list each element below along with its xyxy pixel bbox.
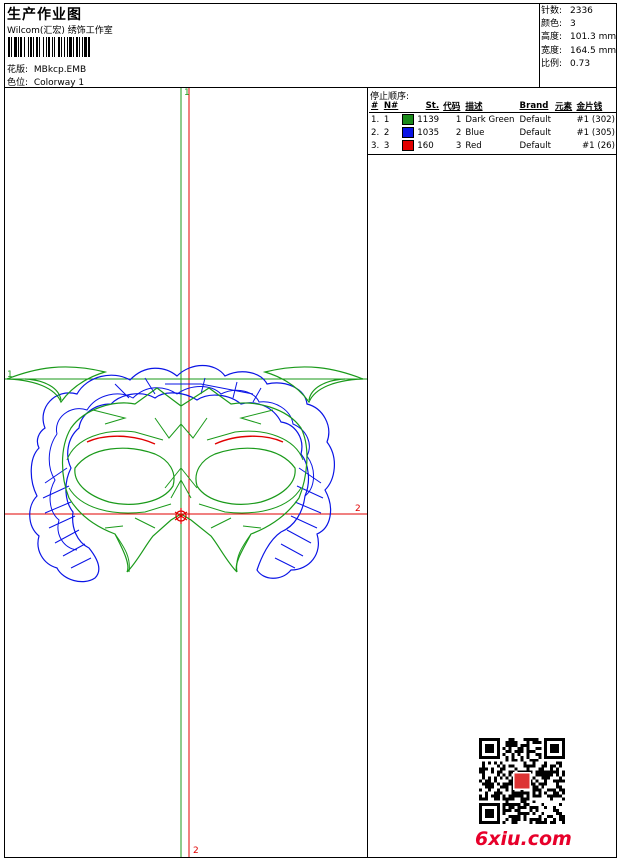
cell-n: 1 (383, 114, 390, 125)
cell-code: 2 (455, 127, 462, 138)
stitch-count: 1139 (417, 115, 440, 125)
qr-code[interactable] (479, 738, 565, 824)
barcode (8, 37, 90, 57)
col-code: 代码 (441, 100, 464, 113)
stop-sequence-panel: 停止顺序: # N# St. 代码 描述 Brand 元素 金片钱 1. 1 113… (368, 88, 617, 152)
color-swatch (402, 127, 415, 138)
design-file-row: 花版: MBkcp.EMB (7, 62, 86, 75)
cell-st: 1139 (400, 113, 441, 127)
stat-colors: 颜色: 3 (541, 19, 576, 30)
stat-height: 高度: 101.3 mm (541, 32, 617, 43)
stat-scale: 比例: 0.73 (541, 58, 591, 69)
cell-st: 160 (400, 139, 441, 152)
cell-num: 3. (371, 140, 380, 151)
design-file-value: MBkcp.EMB (33, 65, 87, 75)
cell-element (553, 139, 574, 152)
red-right-brow (214, 435, 284, 445)
red-v-axis-label: 2 (193, 846, 199, 856)
site-logo[interactable]: 6xiu.com (475, 828, 572, 850)
cell-brand: Default (519, 140, 551, 151)
green-right-horn (262, 366, 364, 404)
col-n: N# (381, 100, 401, 113)
cell-brand: Default (519, 127, 551, 138)
cell-desc: Blue (465, 127, 485, 138)
cell-st: 1035 (400, 126, 441, 139)
design-file-label: 花版: (7, 65, 29, 75)
table-row: 1. 1 1139 1 Dark Green Default #1 (302) (369, 113, 617, 127)
green-v-axis-label: 1 (184, 88, 190, 98)
green-left-eye (74, 447, 175, 505)
green-h-axis-label: 1 (7, 370, 13, 380)
stop-sequence-table: # N# St. 代码 描述 Brand 元素 金片钱 1. 1 1139 1 Dark… (369, 100, 617, 152)
page-title: 生产作业图 (7, 7, 82, 23)
green-right-eye (195, 447, 296, 505)
green-mask-outline (61, 387, 308, 573)
stat-width: 宽度: 164.5 mm (541, 45, 617, 56)
cell-n: 2 (383, 127, 390, 138)
cell-num: 2. (371, 127, 380, 138)
table-bottom-divider (367, 154, 617, 155)
col-desc: 描述 (463, 100, 518, 113)
cell-sequin: #1 (26) (581, 140, 615, 151)
color-swatch (402, 140, 415, 151)
cell-element (553, 113, 574, 127)
green-details (66, 409, 304, 573)
table-row: 3. 3 160 3 Red Default #1 (26) (369, 139, 617, 152)
stat-stitches: 针数: 2336 (541, 6, 593, 16)
table-row: 2. 2 1035 2 Blue Default #1 (305) (369, 126, 617, 139)
stop-sequence-title: 停止顺序: (370, 92, 410, 102)
red-h-axis-label: 2 (355, 504, 361, 514)
col-element: 元素 (552, 100, 575, 113)
col-brand: Brand (517, 100, 553, 113)
cell-element (553, 126, 574, 139)
red-left-brow (86, 435, 156, 445)
cell-sequin: #1 (302) (576, 114, 615, 125)
qr-seal-icon (514, 773, 530, 789)
cell-desc: Dark Green (465, 114, 515, 125)
cell-desc: Red (465, 140, 482, 151)
stitch-count: 160 (417, 141, 434, 151)
cell-n: 3 (383, 140, 390, 151)
embroidery-design (5, 88, 367, 857)
cell-num: 1. (371, 114, 380, 125)
design-stats: 针数: 2336 颜色: 3 高度: 101.3 mm 宽度: 164.5 mm 比例:… (541, 5, 616, 71)
design-divider (367, 87, 368, 858)
cell-code: 1 (455, 114, 462, 125)
cell-code: 3 (455, 140, 462, 151)
color-swatch (402, 114, 415, 125)
design-preview: 1 1 2 2 (5, 88, 367, 857)
cell-brand: Default (519, 114, 551, 125)
studio-subtitle: Wilcom(汇宏) 绣饰工作室 (7, 26, 113, 36)
cell-sequin: #1 (305) (576, 127, 615, 138)
stats-divider (539, 3, 540, 88)
stitch-count: 1035 (417, 128, 440, 138)
col-sequin: 金片钱 (574, 100, 617, 113)
